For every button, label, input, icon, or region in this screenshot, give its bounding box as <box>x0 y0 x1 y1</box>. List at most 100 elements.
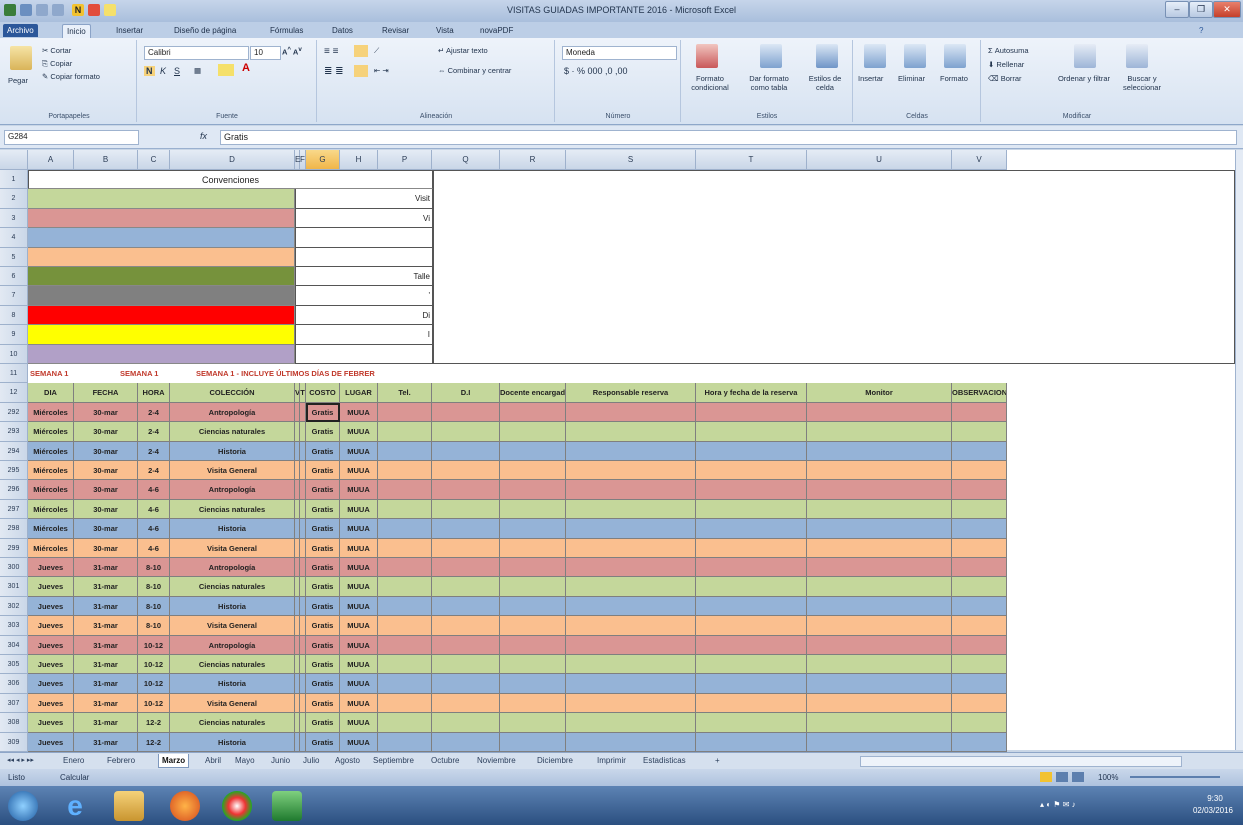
tab-insertar[interactable]: Insertar <box>112 24 147 37</box>
sheet-tab-imprimir[interactable]: Imprimir <box>594 754 629 767</box>
table-cell[interactable] <box>378 635 432 655</box>
bold-button[interactable]: N <box>144 66 155 76</box>
table-cell[interactable]: 2-4 <box>138 402 170 423</box>
row-header[interactable]: 7 <box>0 286 28 306</box>
table-cell[interactable] <box>378 519 432 539</box>
table-header-cell[interactable]: HORA <box>138 383 170 403</box>
column-header-q[interactable]: Q <box>432 150 500 170</box>
row-header[interactable]: 5 <box>0 247 28 267</box>
table-cell[interactable]: Gratis <box>306 713 340 733</box>
sheet-tab-enero[interactable]: Enero <box>60 754 87 767</box>
table-header-cell[interactable]: DIA <box>28 383 74 403</box>
convention-label[interactable] <box>295 228 433 248</box>
zoom-level[interactable]: 100% <box>1098 773 1118 782</box>
table-header-cell[interactable]: LUGAR <box>340 383 378 403</box>
table-cell[interactable] <box>807 674 952 694</box>
table-cell[interactable]: Jueves <box>28 693 74 714</box>
table-cell[interactable] <box>566 674 696 694</box>
row-header[interactable]: 299 <box>0 538 28 558</box>
minimize-button[interactable]: – <box>1165 1 1189 18</box>
table-cell[interactable]: MUUA <box>340 655 378 675</box>
table-cell[interactable] <box>566 441 696 461</box>
table-cell[interactable]: Ciencias naturales <box>170 499 295 520</box>
tab-archivo[interactable]: Archivo <box>3 24 38 37</box>
align-top-icon[interactable]: ≡ ≡ <box>324 46 338 57</box>
table-cell[interactable]: Antropología <box>170 480 295 500</box>
table-cell[interactable] <box>432 402 500 423</box>
table-cell[interactable]: Miércoles <box>28 402 74 423</box>
table-cell[interactable] <box>500 519 566 539</box>
table-cell[interactable]: 4-6 <box>138 480 170 500</box>
table-cell[interactable]: 4-6 <box>138 519 170 539</box>
table-cell[interactable] <box>432 693 500 714</box>
table-cell[interactable]: 31-mar <box>74 674 138 694</box>
table-cell[interactable]: Jueves <box>28 635 74 655</box>
table-header-cell[interactable]: D.I <box>432 383 500 403</box>
merge-center-button[interactable]: ⇔ Combinar y centrar <box>438 66 511 75</box>
table-cell[interactable] <box>696 713 807 733</box>
table-cell[interactable] <box>432 558 500 578</box>
table-cell[interactable]: Gratis <box>306 402 340 423</box>
convention-color-swatch[interactable] <box>28 208 295 229</box>
table-cell[interactable] <box>500 577 566 597</box>
table-cell[interactable] <box>807 441 952 461</box>
column-header-u[interactable]: U <box>807 150 952 170</box>
table-cell[interactable] <box>696 441 807 461</box>
row-header[interactable]: 9 <box>0 325 28 345</box>
table-header-cell[interactable]: COSTO <box>306 383 340 403</box>
table-cell[interactable]: 12-2 <box>138 732 170 752</box>
table-header-cell[interactable]: Responsable reserva <box>566 383 696 403</box>
table-cell[interactable] <box>952 499 1007 520</box>
table-cell[interactable]: Miércoles <box>28 538 74 558</box>
row-header[interactable]: 303 <box>0 616 28 636</box>
orientation-icon[interactable]: ⟋ <box>374 46 379 56</box>
table-cell[interactable] <box>696 596 807 617</box>
table-cell[interactable]: 10-12 <box>138 674 170 694</box>
table-cell[interactable] <box>566 713 696 733</box>
table-cell[interactable] <box>378 499 432 520</box>
row-header[interactable]: 4 <box>0 228 28 248</box>
convention-label[interactable]: Vi <box>295 208 433 229</box>
sheet-tab-estadisticas[interactable]: Estadisticas <box>640 754 689 767</box>
table-cell[interactable] <box>696 422 807 442</box>
table-cell[interactable]: 8-10 <box>138 577 170 597</box>
format-cells-button[interactable]: Formato <box>940 74 968 83</box>
table-cell[interactable] <box>432 596 500 617</box>
table-cell[interactable]: MUUA <box>340 713 378 733</box>
table-cell[interactable]: Gratis <box>306 616 340 636</box>
table-cell[interactable]: Visita General <box>170 616 295 636</box>
number-format-select[interactable]: Moneda <box>562 46 677 60</box>
table-cell[interactable]: 31-mar <box>74 616 138 636</box>
table-cell[interactable] <box>566 616 696 636</box>
table-cell[interactable] <box>696 499 807 520</box>
table-cell[interactable] <box>696 519 807 539</box>
table-cell[interactable]: MUUA <box>340 674 378 694</box>
table-cell[interactable] <box>500 402 566 423</box>
table-cell[interactable] <box>378 538 432 558</box>
table-cell[interactable]: MUUA <box>340 577 378 597</box>
borders-icon[interactable]: ▦ <box>194 66 201 75</box>
table-header-cell[interactable]: COLECCIÓN <box>170 383 295 403</box>
table-cell[interactable] <box>432 441 500 461</box>
table-cell[interactable] <box>432 499 500 520</box>
table-cell[interactable]: 2-4 <box>138 461 170 481</box>
column-header-d[interactable]: D <box>170 150 295 170</box>
table-cell[interactable] <box>500 480 566 500</box>
help-icon[interactable]: ? <box>1195 24 1207 37</box>
firefox-icon[interactable] <box>170 791 200 821</box>
table-cell[interactable]: 8-10 <box>138 596 170 617</box>
table-cell[interactable] <box>566 558 696 578</box>
select-all-corner[interactable] <box>0 150 28 170</box>
table-cell[interactable]: Visita General <box>170 693 295 714</box>
convention-label[interactable]: Di <box>295 305 433 326</box>
table-cell[interactable]: Jueves <box>28 655 74 675</box>
table-cell[interactable]: 12-2 <box>138 713 170 733</box>
row-header[interactable]: 295 <box>0 461 28 481</box>
table-cell[interactable] <box>807 577 952 597</box>
table-header-cell[interactable]: OBSERVACIONES <box>952 383 1007 403</box>
table-cell[interactable] <box>566 402 696 423</box>
sheet-tab-octubre[interactable]: Octubre <box>428 754 462 767</box>
maximize-button[interactable]: ❐ <box>1189 1 1213 18</box>
table-cell[interactable] <box>807 693 952 714</box>
table-cell[interactable]: 31-mar <box>74 713 138 733</box>
